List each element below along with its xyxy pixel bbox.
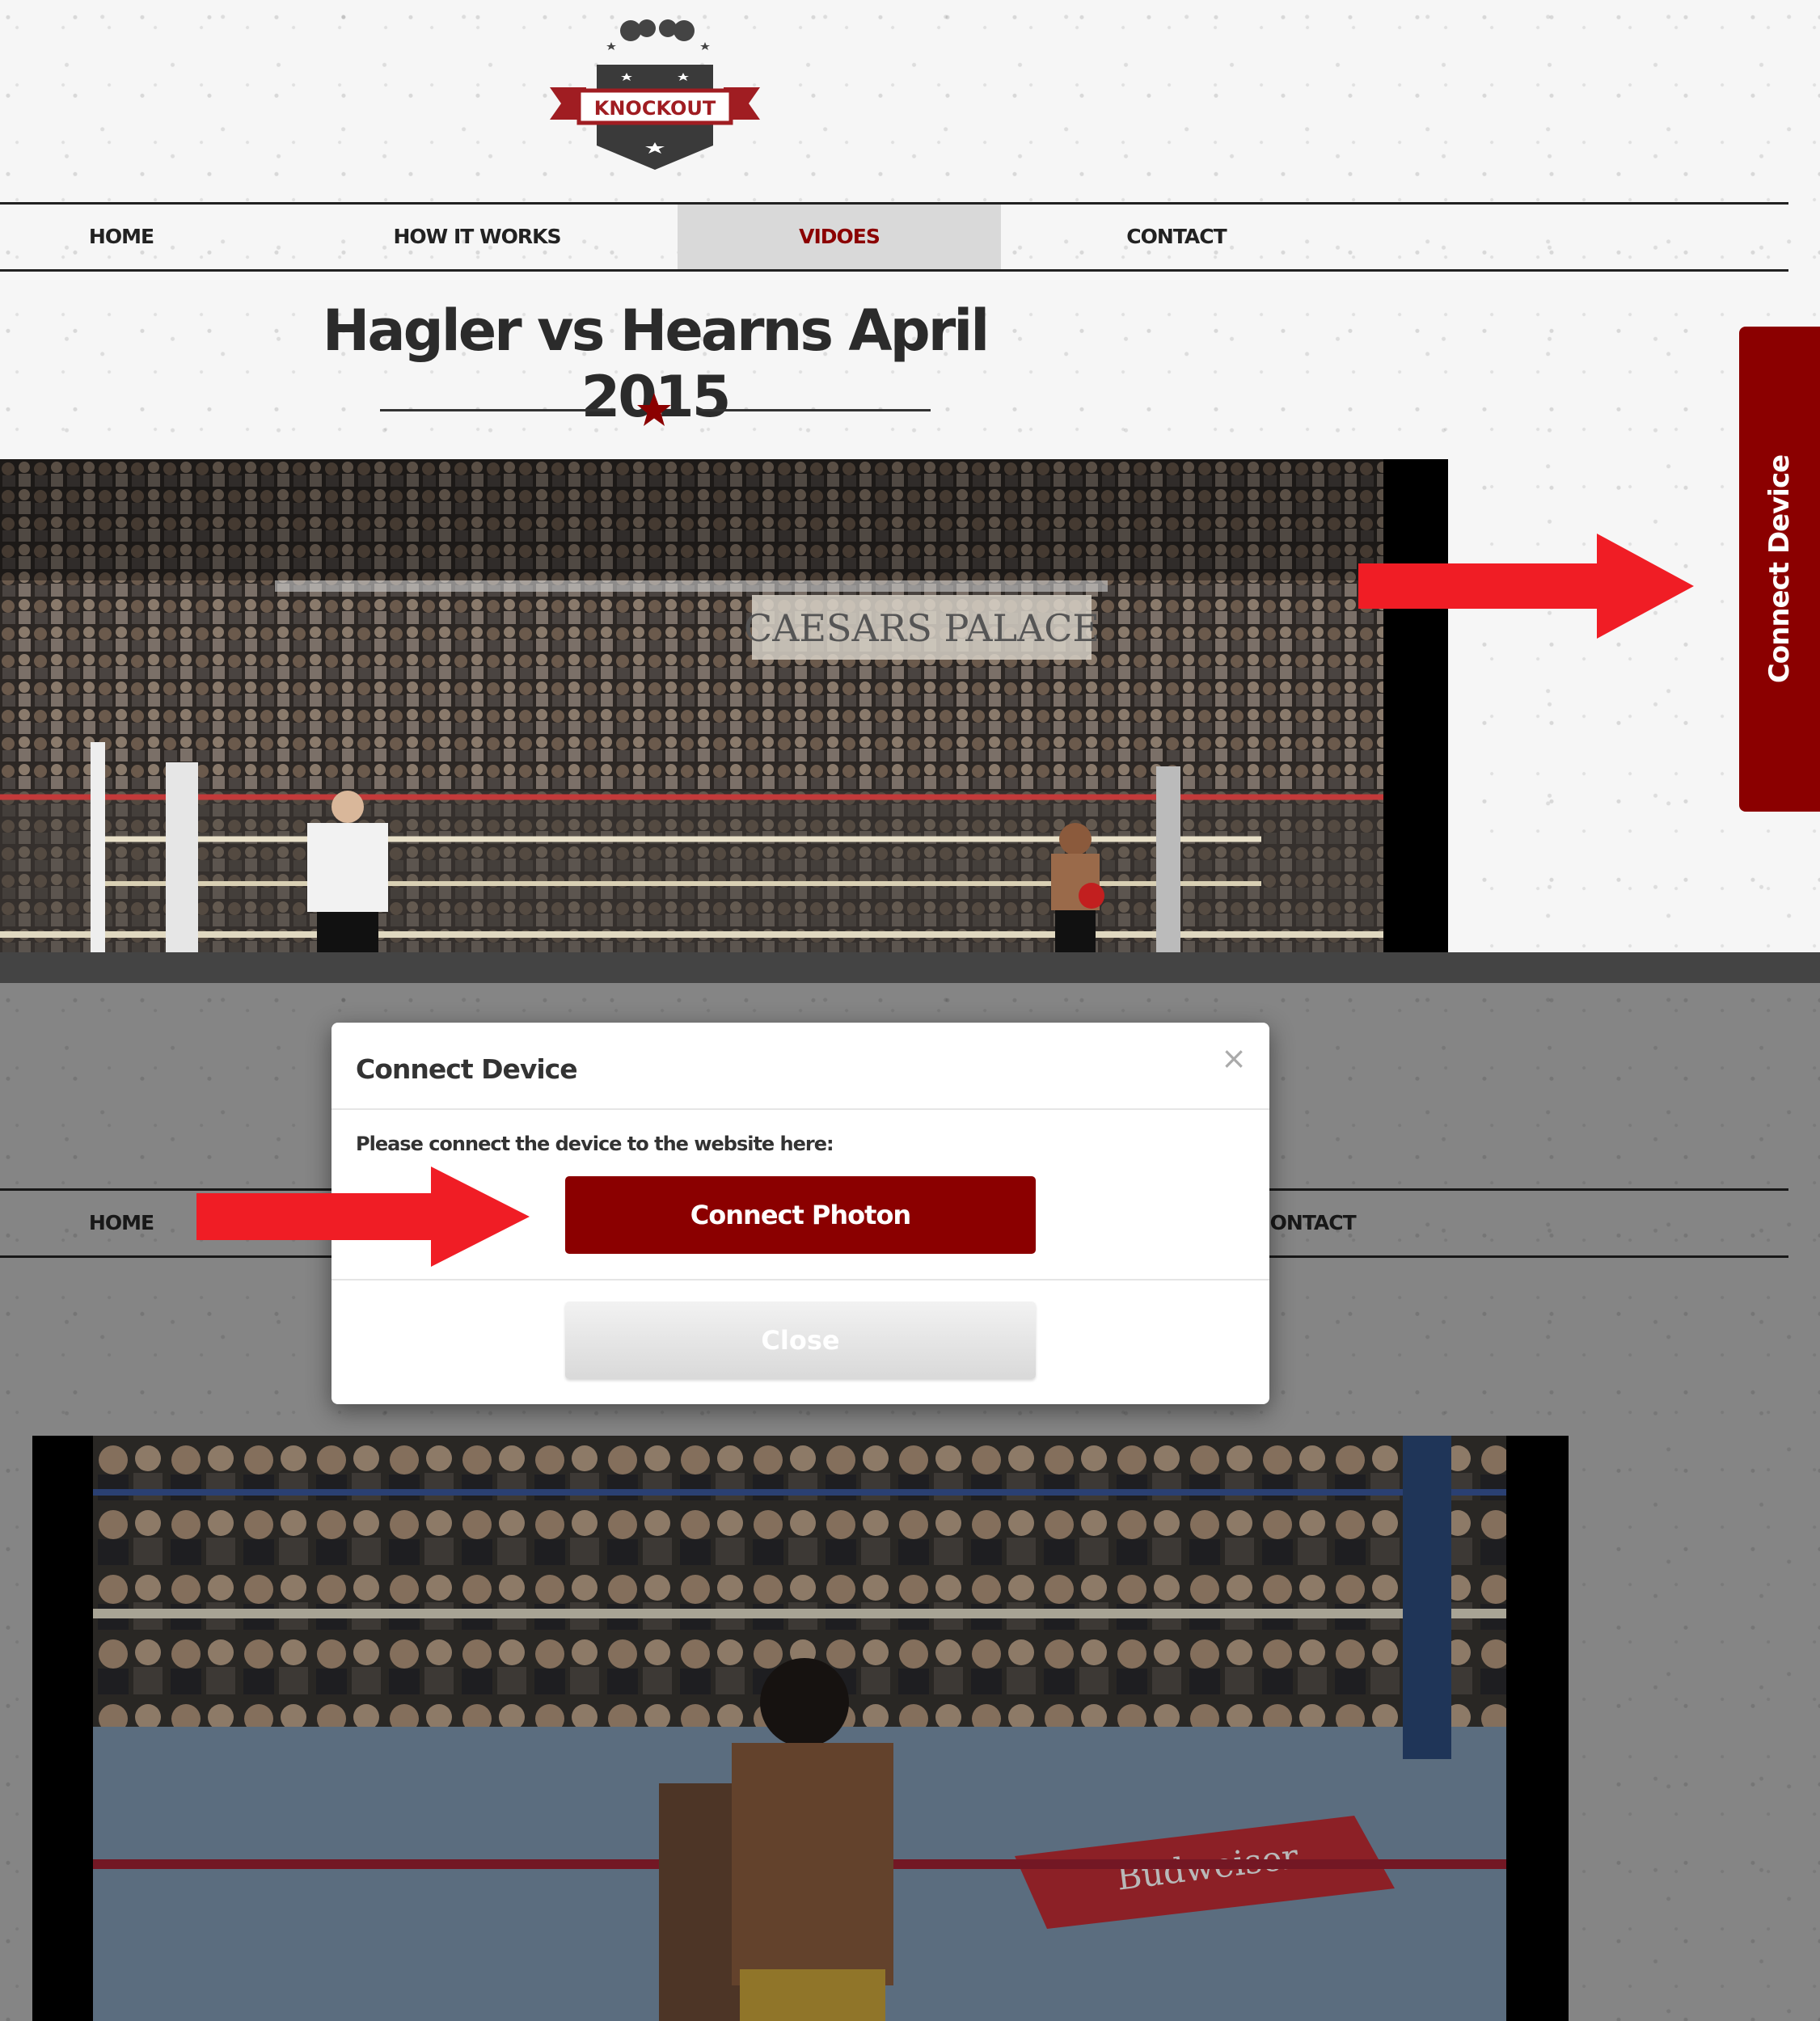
modal-footer-divider	[331, 1279, 1269, 1281]
title-divider-right	[700, 409, 931, 411]
arena-banner-text: CAESARS PALACE	[744, 606, 1100, 650]
knockout-logo[interactable]: KNOCKOUT	[550, 16, 760, 174]
website-screenshot-bottom: HOME HOW IT WORKS VIDOES CONTACT Budweis…	[0, 983, 1820, 2021]
modal-title: Connect Device	[356, 1053, 578, 1085]
connect-photon-button[interactable]: Connect Photon	[565, 1176, 1036, 1254]
star-icon	[637, 393, 671, 426]
title-divider-left	[380, 409, 610, 411]
modal-header-divider	[331, 1108, 1269, 1110]
nav-home[interactable]: HOME	[0, 205, 243, 269]
close-icon[interactable]: ×	[1221, 1040, 1247, 1076]
boxing-ring-frame: Budweiser	[93, 1436, 1506, 2021]
nav-videos[interactable]: VIDOES	[678, 205, 1001, 269]
connect-device-tab-label: Connect Device	[1763, 454, 1796, 684]
website-screenshot-top: KNOCKOUT HOME HOW IT WORKS VIDOES CONTAC…	[0, 0, 1820, 952]
modal-instructions: Please connect the device to the website…	[356, 1133, 834, 1155]
screenshot-separator	[0, 952, 1820, 983]
connect-device-tab[interactable]: Connect Device	[1739, 327, 1820, 812]
arrow-right-icon	[1358, 534, 1694, 639]
boxing-arena-frame: CAESARS PALACE	[0, 459, 1383, 952]
logo-text: KNOCKOUT	[594, 97, 716, 120]
nav-how-it-works[interactable]: HOW IT WORKS	[340, 205, 614, 269]
video-player[interactable]: Budweiser	[32, 1436, 1569, 2021]
video-player[interactable]: CAESARS PALACE	[0, 459, 1448, 952]
close-button[interactable]: Close	[565, 1302, 1036, 1379]
nav-contact[interactable]: CONTACT	[1051, 205, 1302, 269]
main-nav: HOME HOW IT WORKS VIDOES CONTACT	[0, 202, 1788, 272]
arrow-right-icon	[196, 1167, 530, 1267]
